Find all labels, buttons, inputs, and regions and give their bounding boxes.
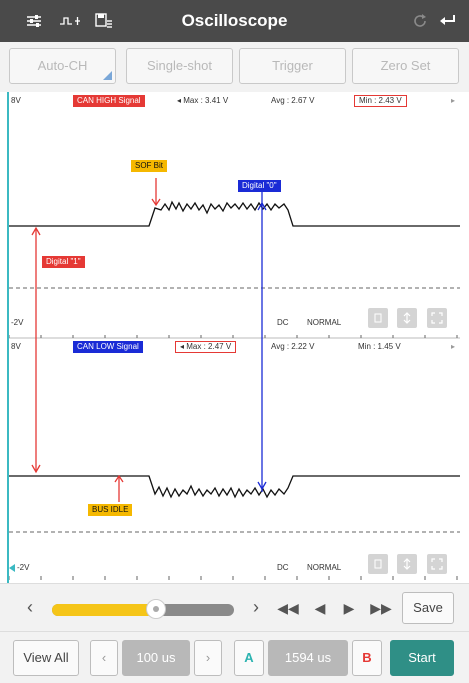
- bus-idle-label: BUS IDLE: [88, 504, 133, 516]
- fast-forward-icon[interactable]: ▶▶: [370, 598, 392, 618]
- chevron-right-icon[interactable]: ›: [246, 597, 266, 617]
- cursor-b-button[interactable]: B: [352, 640, 382, 676]
- ch1-waveform: [9, 200, 460, 227]
- step-back-icon[interactable]: ◀: [311, 598, 329, 618]
- save-list-icon[interactable]: [88, 0, 120, 42]
- auto-ch-label: Auto-CH: [37, 58, 88, 73]
- dropdown-corner-icon: [103, 71, 112, 80]
- start-button[interactable]: Start: [390, 640, 454, 676]
- ch2-signal-name: CAN LOW Signal: [73, 341, 143, 353]
- fast-rewind-icon[interactable]: ◀◀: [277, 598, 299, 618]
- timebase-increase-button[interactable]: ›: [194, 640, 222, 676]
- scope-display: 8V CAN HIGH Signal ◂ Max : 3.41 V Avg : …: [7, 92, 460, 583]
- digital0-label: Digital "0": [238, 180, 281, 192]
- timebase-decrease-button[interactable]: ‹: [90, 640, 118, 676]
- single-shot-button[interactable]: Single-shot: [126, 48, 233, 84]
- chevron-left-icon[interactable]: ‹: [20, 597, 40, 617]
- zero-set-button[interactable]: Zero Set: [352, 48, 459, 84]
- toolbar: Auto-CH Single-shot Trigger Zero Set: [0, 42, 469, 92]
- ch2-scroll-right-icon[interactable]: ▸: [451, 342, 455, 352]
- trigger-button[interactable]: Trigger: [239, 48, 346, 84]
- time-slider-knob[interactable]: [145, 599, 166, 619]
- time-slider-fill: [52, 604, 156, 616]
- ch2-coupling: DC: [277, 563, 289, 572]
- cursor-delta-value: 1594 us: [268, 640, 348, 676]
- sof-bit-label: SOF Bit: [131, 160, 168, 172]
- ch2-cursor-icon[interactable]: [368, 554, 388, 574]
- back-icon[interactable]: [432, 0, 464, 42]
- playback-controls: ‹ › ◀◀ ◀ ▶ ▶▶ Save: [0, 583, 469, 631]
- time-slider[interactable]: [52, 604, 234, 616]
- cursor-a-button[interactable]: A: [234, 640, 264, 676]
- ch2-bottom-scale: -2V: [17, 563, 30, 572]
- view-all-button[interactable]: View All: [13, 640, 79, 676]
- timebase-controls: View All ‹ 100 us › A 1594 us B Start: [0, 631, 469, 683]
- ch2-avg-value: Avg : 2.22 V: [271, 342, 315, 351]
- ch2-max-value: ◂ Max : 2.47 V: [175, 341, 237, 353]
- ch2-min-value: Min : 1.45 V: [358, 342, 401, 351]
- ch2-position-marker: [9, 564, 15, 572]
- signal-mode-icon[interactable]: [54, 0, 86, 42]
- digital1-label: Digital "1": [42, 256, 85, 268]
- ch2-max-text: Max : 2.47 V: [186, 342, 232, 351]
- save-button[interactable]: Save: [402, 592, 454, 624]
- ch2-mode: NORMAL: [307, 563, 342, 572]
- top-bar: Oscilloscope: [0, 0, 469, 42]
- ch2-vertical-scale-icon[interactable]: [397, 554, 417, 574]
- sliders-icon[interactable]: [18, 0, 50, 42]
- auto-ch-button[interactable]: Auto-CH: [9, 48, 116, 84]
- ch2-top-scale: 8V: [11, 342, 21, 351]
- ch2-expand-icon[interactable]: [427, 554, 447, 574]
- step-forward-icon[interactable]: ▶: [340, 598, 358, 618]
- time-axis-ticks: [9, 335, 458, 580]
- waveform-canvas: [9, 178, 460, 580]
- ch2-waveform: [9, 475, 460, 499]
- timebase-value: 100 us: [122, 640, 190, 676]
